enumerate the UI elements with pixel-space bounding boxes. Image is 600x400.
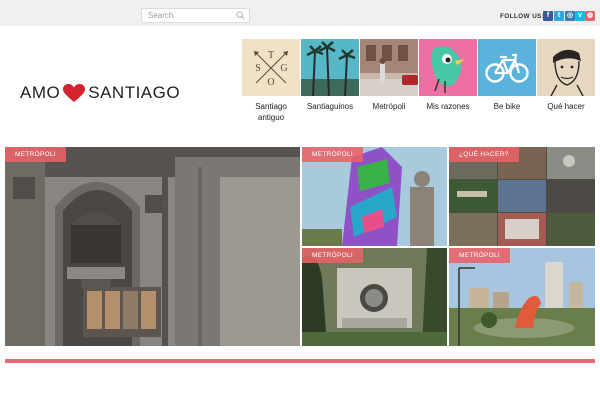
nav-item-santiaguinos[interactable]: Santiaguinos — [301, 39, 359, 112]
heart-icon — [63, 83, 86, 102]
category-badge[interactable]: METRÓPOLI — [302, 147, 363, 162]
search-input[interactable] — [142, 9, 234, 22]
nav-label: Mis razones — [426, 102, 470, 111]
tile-collage[interactable]: ¿QUÉ HACER? — [449, 147, 595, 246]
page: FOLLOW US: f t ◎ v ◍ AMO SANTIAGO T S G … — [0, 0, 600, 400]
accent-divider — [5, 359, 595, 363]
category-badge[interactable]: METRÓPOLI — [449, 248, 510, 263]
street-thumbnail — [360, 39, 418, 96]
nav-item-que-hacer[interactable]: Qué hacer — [537, 39, 595, 112]
category-badge[interactable]: METRÓPOLI — [5, 147, 66, 162]
dribbble-icon[interactable]: ◍ — [585, 11, 595, 21]
svg-text:G: G — [280, 63, 287, 74]
tile-palace[interactable]: METRÓPOLI — [302, 248, 447, 346]
nav-label: Be bike — [493, 102, 521, 111]
nav-item-metropoli[interactable]: Metrópoli — [360, 39, 418, 112]
tile-plaza[interactable]: METRÓPOLI — [449, 248, 595, 346]
nav-label: Metrópoli — [372, 102, 406, 111]
nav-item-mis-razones[interactable]: Mis razones — [419, 39, 477, 112]
nav-label: Santiago antiguo — [255, 102, 287, 122]
category-badge[interactable]: METRÓPOLI — [302, 248, 363, 263]
svg-text:T: T — [268, 50, 274, 61]
twitter-icon[interactable]: t — [554, 11, 564, 21]
site-logo[interactable]: AMO SANTIAGO — [20, 82, 180, 104]
logo-text-left: AMO — [20, 83, 61, 102]
nav-item-santiago-antiguo[interactable]: T S G O Santiago antiguo — [242, 39, 300, 123]
palm-trees-thumbnail — [301, 39, 359, 96]
nav-item-be-bike[interactable]: Be bike — [478, 39, 536, 112]
svg-text:S: S — [255, 63, 261, 74]
featured-tile-building[interactable]: METRÓPOLI — [5, 147, 300, 346]
category-badge[interactable]: ¿QUÉ HACER? — [449, 147, 519, 162]
search-icon[interactable] — [236, 11, 245, 20]
search-box[interactable] — [141, 8, 250, 23]
bird-illustration-thumbnail — [419, 39, 477, 96]
vimeo-icon[interactable]: v — [575, 11, 585, 21]
nav-label: Qué hacer — [547, 102, 585, 111]
compass-stgo-icon: T S G O — [242, 39, 300, 96]
sketch-portrait-thumbnail — [537, 39, 595, 96]
follow-us-label: FOLLOW US: — [500, 13, 545, 20]
instagram-icon[interactable]: ◎ — [565, 11, 575, 21]
logo-text-right: SANTIAGO — [88, 83, 181, 102]
nav-label: Santiaguinos — [306, 102, 354, 111]
facebook-icon[interactable]: f — [543, 11, 553, 21]
building-facade-photo — [5, 147, 300, 346]
bicycle-icon — [478, 39, 536, 96]
tile-statue[interactable]: METRÓPOLI — [302, 147, 447, 246]
svg-text:O: O — [267, 77, 274, 88]
